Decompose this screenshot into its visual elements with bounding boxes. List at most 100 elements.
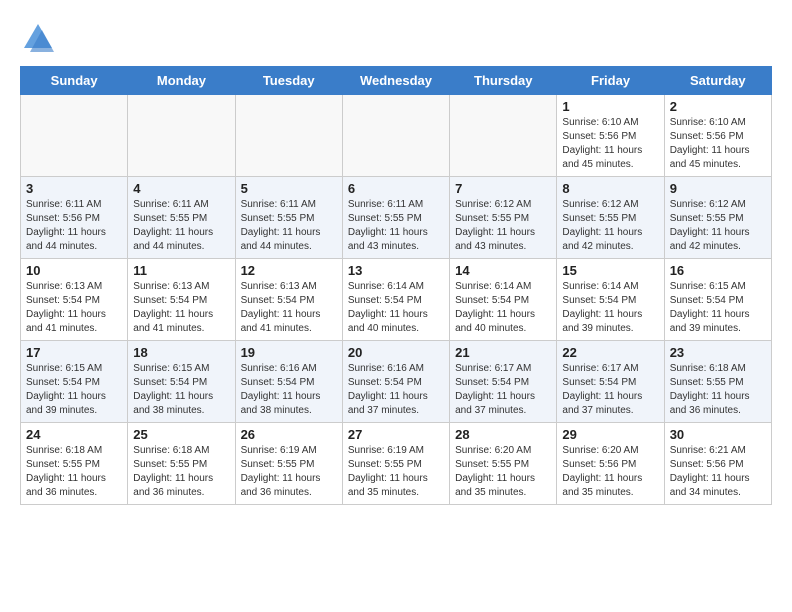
- day-detail: Sunrise: 6:19 AM Sunset: 5:55 PM Dayligh…: [348, 444, 444, 500]
- day-number: 30: [670, 427, 766, 442]
- calendar-cell: 15 Sunrise: 6:14 AM Sunset: 5:54 PM Dayli…: [557, 259, 664, 341]
- calendar-cell: [21, 95, 128, 177]
- day-detail: Sunrise: 6:21 AM Sunset: 5:56 PM Dayligh…: [670, 444, 766, 500]
- day-detail: Sunrise: 6:14 AM Sunset: 5:54 PM Dayligh…: [455, 280, 551, 336]
- day-detail: Sunrise: 6:13 AM Sunset: 5:54 PM Dayligh…: [26, 280, 122, 336]
- day-number: 6: [348, 181, 444, 196]
- day-detail: Sunrise: 6:11 AM Sunset: 5:56 PM Dayligh…: [26, 198, 122, 254]
- day-detail: Sunrise: 6:16 AM Sunset: 5:54 PM Dayligh…: [241, 362, 337, 418]
- weekday-header-thursday: Thursday: [450, 67, 557, 95]
- calendar-cell: 22 Sunrise: 6:17 AM Sunset: 5:54 PM Dayli…: [557, 341, 664, 423]
- day-number: 29: [562, 427, 658, 442]
- day-detail: Sunrise: 6:14 AM Sunset: 5:54 PM Dayligh…: [562, 280, 658, 336]
- calendar-cell: 29 Sunrise: 6:20 AM Sunset: 5:56 PM Dayli…: [557, 423, 664, 505]
- day-number: 25: [133, 427, 229, 442]
- calendar-cell: [342, 95, 449, 177]
- calendar-week-row: 1 Sunrise: 6:10 AM Sunset: 5:56 PM Daylig…: [21, 95, 772, 177]
- weekday-header-tuesday: Tuesday: [235, 67, 342, 95]
- day-detail: Sunrise: 6:20 AM Sunset: 5:56 PM Dayligh…: [562, 444, 658, 500]
- day-detail: Sunrise: 6:13 AM Sunset: 5:54 PM Dayligh…: [133, 280, 229, 336]
- calendar-cell: 23 Sunrise: 6:18 AM Sunset: 5:55 PM Dayli…: [664, 341, 771, 423]
- day-number: 21: [455, 345, 551, 360]
- day-number: 2: [670, 99, 766, 114]
- day-detail: Sunrise: 6:11 AM Sunset: 5:55 PM Dayligh…: [241, 198, 337, 254]
- day-detail: Sunrise: 6:12 AM Sunset: 5:55 PM Dayligh…: [670, 198, 766, 254]
- calendar-cell: 17 Sunrise: 6:15 AM Sunset: 5:54 PM Dayli…: [21, 341, 128, 423]
- day-number: 9: [670, 181, 766, 196]
- weekday-header-wednesday: Wednesday: [342, 67, 449, 95]
- day-number: 15: [562, 263, 658, 278]
- calendar-cell: 12 Sunrise: 6:13 AM Sunset: 5:54 PM Dayli…: [235, 259, 342, 341]
- day-number: 26: [241, 427, 337, 442]
- day-number: 27: [348, 427, 444, 442]
- day-detail: Sunrise: 6:12 AM Sunset: 5:55 PM Dayligh…: [562, 198, 658, 254]
- logo: [20, 20, 56, 56]
- day-detail: Sunrise: 6:19 AM Sunset: 5:55 PM Dayligh…: [241, 444, 337, 500]
- day-detail: Sunrise: 6:10 AM Sunset: 5:56 PM Dayligh…: [670, 116, 766, 172]
- calendar-cell: 2 Sunrise: 6:10 AM Sunset: 5:56 PM Daylig…: [664, 95, 771, 177]
- calendar-cell: 16 Sunrise: 6:15 AM Sunset: 5:54 PM Dayli…: [664, 259, 771, 341]
- calendar-week-row: 10 Sunrise: 6:13 AM Sunset: 5:54 PM Dayli…: [21, 259, 772, 341]
- day-number: 8: [562, 181, 658, 196]
- day-number: 22: [562, 345, 658, 360]
- day-detail: Sunrise: 6:20 AM Sunset: 5:55 PM Dayligh…: [455, 444, 551, 500]
- day-number: 17: [26, 345, 122, 360]
- day-detail: Sunrise: 6:18 AM Sunset: 5:55 PM Dayligh…: [670, 362, 766, 418]
- day-detail: Sunrise: 6:10 AM Sunset: 5:56 PM Dayligh…: [562, 116, 658, 172]
- weekday-header-saturday: Saturday: [664, 67, 771, 95]
- day-detail: Sunrise: 6:17 AM Sunset: 5:54 PM Dayligh…: [455, 362, 551, 418]
- calendar-cell: 8 Sunrise: 6:12 AM Sunset: 5:55 PM Daylig…: [557, 177, 664, 259]
- day-detail: Sunrise: 6:15 AM Sunset: 5:54 PM Dayligh…: [133, 362, 229, 418]
- day-number: 19: [241, 345, 337, 360]
- day-number: 23: [670, 345, 766, 360]
- logo-icon: [20, 20, 56, 56]
- calendar-cell: 26 Sunrise: 6:19 AM Sunset: 5:55 PM Dayli…: [235, 423, 342, 505]
- calendar-cell: 27 Sunrise: 6:19 AM Sunset: 5:55 PM Dayli…: [342, 423, 449, 505]
- day-detail: Sunrise: 6:15 AM Sunset: 5:54 PM Dayligh…: [26, 362, 122, 418]
- day-number: 16: [670, 263, 766, 278]
- day-number: 3: [26, 181, 122, 196]
- calendar-cell: [450, 95, 557, 177]
- weekday-header-friday: Friday: [557, 67, 664, 95]
- calendar-cell: 7Sunrise: 6:12 AM Sunset: 5:55 PM Daylig…: [450, 177, 557, 259]
- calendar-cell: 6Sunrise: 6:11 AM Sunset: 5:55 PM Daylig…: [342, 177, 449, 259]
- day-number: 14: [455, 263, 551, 278]
- calendar-cell: 18 Sunrise: 6:15 AM Sunset: 5:54 PM Dayli…: [128, 341, 235, 423]
- day-number: 13: [348, 263, 444, 278]
- calendar-cell: 19 Sunrise: 6:16 AM Sunset: 5:54 PM Dayli…: [235, 341, 342, 423]
- day-number: 24: [26, 427, 122, 442]
- calendar-week-row: 3 Sunrise: 6:11 AM Sunset: 5:56 PM Daylig…: [21, 177, 772, 259]
- day-detail: Sunrise: 6:18 AM Sunset: 5:55 PM Dayligh…: [26, 444, 122, 500]
- day-number: 18: [133, 345, 229, 360]
- day-number: 1: [562, 99, 658, 114]
- day-number: 4: [133, 181, 229, 196]
- calendar-cell: 20Sunrise: 6:16 AM Sunset: 5:54 PM Dayli…: [342, 341, 449, 423]
- calendar-cell: 1 Sunrise: 6:10 AM Sunset: 5:56 PM Daylig…: [557, 95, 664, 177]
- calendar-cell: 14 Sunrise: 6:14 AM Sunset: 5:54 PM Dayli…: [450, 259, 557, 341]
- day-number: 28: [455, 427, 551, 442]
- calendar-cell: 3 Sunrise: 6:11 AM Sunset: 5:56 PM Daylig…: [21, 177, 128, 259]
- calendar-table: SundayMondayTuesdayWednesdayThursdayFrid…: [20, 66, 772, 505]
- calendar-cell: 5Sunrise: 6:11 AM Sunset: 5:55 PM Daylig…: [235, 177, 342, 259]
- calendar-cell: 24 Sunrise: 6:18 AM Sunset: 5:55 PM Dayli…: [21, 423, 128, 505]
- day-number: 7: [455, 181, 551, 196]
- day-number: 11: [133, 263, 229, 278]
- weekday-header-monday: Monday: [128, 67, 235, 95]
- day-detail: Sunrise: 6:13 AM Sunset: 5:54 PM Dayligh…: [241, 280, 337, 336]
- calendar-week-row: 24 Sunrise: 6:18 AM Sunset: 5:55 PM Dayli…: [21, 423, 772, 505]
- calendar-cell: 21 Sunrise: 6:17 AM Sunset: 5:54 PM Dayli…: [450, 341, 557, 423]
- day-number: 10: [26, 263, 122, 278]
- day-detail: Sunrise: 6:15 AM Sunset: 5:54 PM Dayligh…: [670, 280, 766, 336]
- calendar-cell: 28 Sunrise: 6:20 AM Sunset: 5:55 PM Dayli…: [450, 423, 557, 505]
- calendar-cell: 25 Sunrise: 6:18 AM Sunset: 5:55 PM Dayli…: [128, 423, 235, 505]
- day-number: 12: [241, 263, 337, 278]
- day-detail: Sunrise: 6:17 AM Sunset: 5:54 PM Dayligh…: [562, 362, 658, 418]
- weekday-header-row: SundayMondayTuesdayWednesdayThursdayFrid…: [21, 67, 772, 95]
- day-number: 20: [348, 345, 444, 360]
- calendar-cell: 11 Sunrise: 6:13 AM Sunset: 5:54 PM Dayli…: [128, 259, 235, 341]
- calendar-cell: 30 Sunrise: 6:21 AM Sunset: 5:56 PM Dayli…: [664, 423, 771, 505]
- day-detail: Sunrise: 6:18 AM Sunset: 5:55 PM Dayligh…: [133, 444, 229, 500]
- day-detail: Sunrise: 6:11 AM Sunset: 5:55 PM Dayligh…: [133, 198, 229, 254]
- calendar-cell: 9 Sunrise: 6:12 AM Sunset: 5:55 PM Daylig…: [664, 177, 771, 259]
- calendar-cell: 10 Sunrise: 6:13 AM Sunset: 5:54 PM Dayli…: [21, 259, 128, 341]
